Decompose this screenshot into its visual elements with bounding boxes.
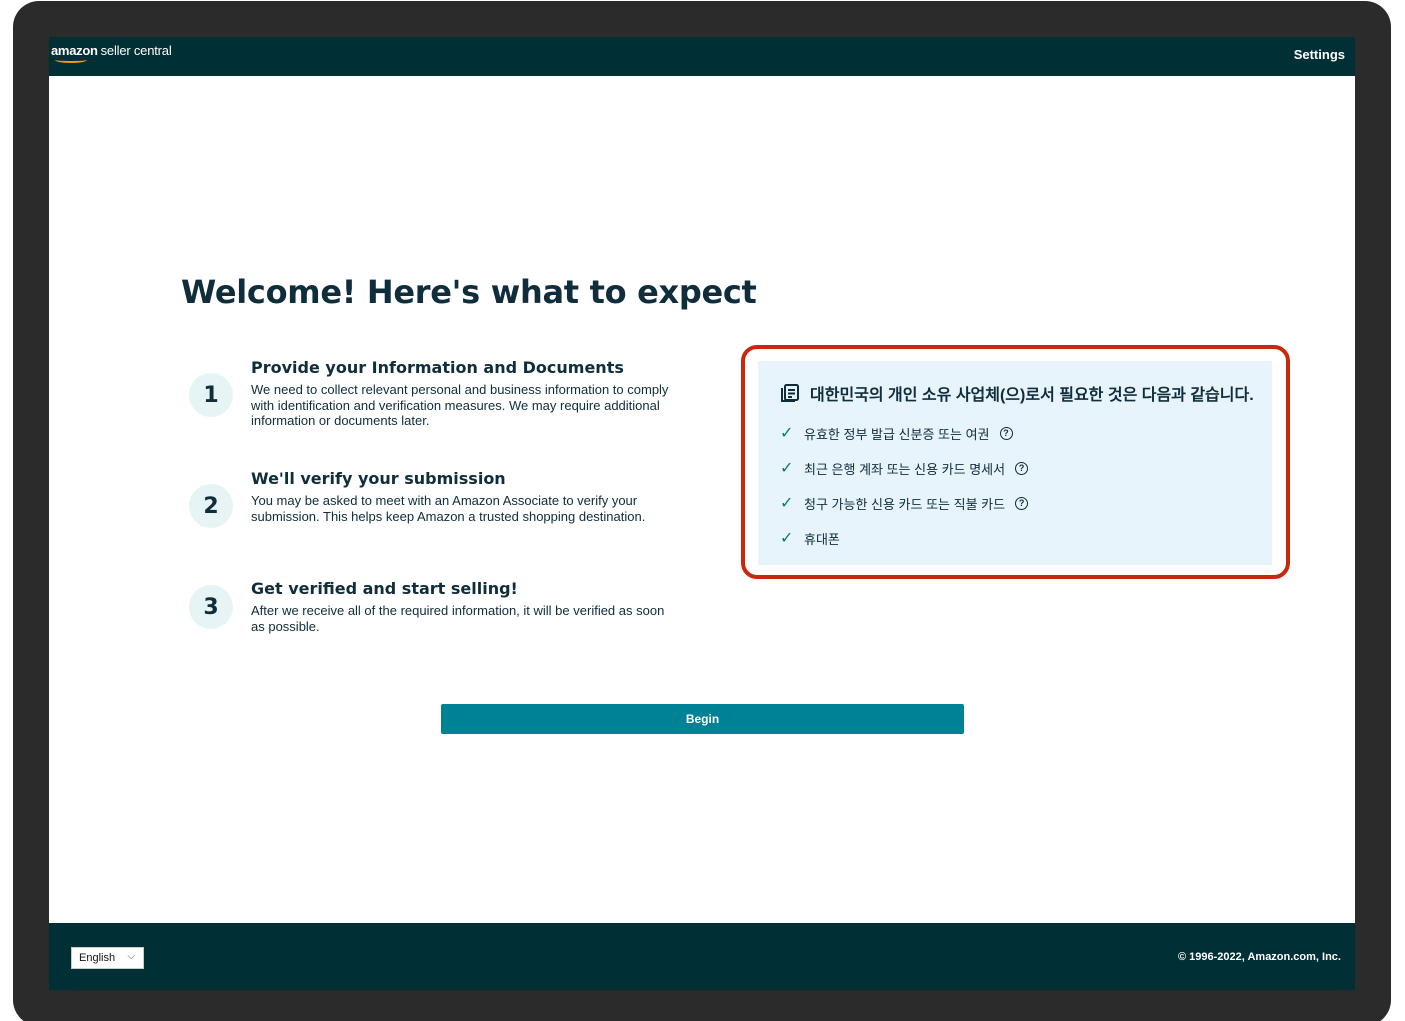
seller-central-logo[interactable]: amazon seller central xyxy=(51,43,172,65)
app-window: amazon seller central Settings Welcome! … xyxy=(49,37,1355,990)
logo-brand: amazon xyxy=(51,43,98,58)
begin-button[interactable]: Begin xyxy=(441,704,964,734)
step-description: We need to collect relevant personal and… xyxy=(251,382,669,428)
settings-link[interactable]: Settings xyxy=(1294,47,1345,62)
step-title: Provide your Information and Documents xyxy=(251,358,624,377)
step-title: Get verified and start selling! xyxy=(251,579,518,598)
logo-smile-icon xyxy=(55,57,87,63)
step-description: After we receive all of the required inf… xyxy=(251,603,665,634)
step-number-badge: 2 xyxy=(189,484,233,528)
language-value: English xyxy=(79,952,116,964)
step-description: You may be asked to meet with an Amazon … xyxy=(251,493,646,524)
step-number-badge: 3 xyxy=(189,585,233,629)
top-navigation-bar: amazon seller central Settings xyxy=(49,37,1355,76)
step-title: We'll verify your submission xyxy=(251,469,506,488)
chevron-down-icon: ⌵ xyxy=(127,951,135,962)
logo-product: seller central xyxy=(100,43,172,58)
page-title: Welcome! Here's what to expect xyxy=(181,273,757,311)
footer: English ⌵ © 1996-2022, Amazon.com, Inc. xyxy=(49,923,1355,990)
step-number-badge: 1 xyxy=(189,373,233,417)
highlight-outline xyxy=(741,345,1290,579)
language-select[interactable]: English ⌵ xyxy=(71,947,144,969)
copyright-text: © 1996-2022, Amazon.com, Inc. xyxy=(1178,951,1341,963)
